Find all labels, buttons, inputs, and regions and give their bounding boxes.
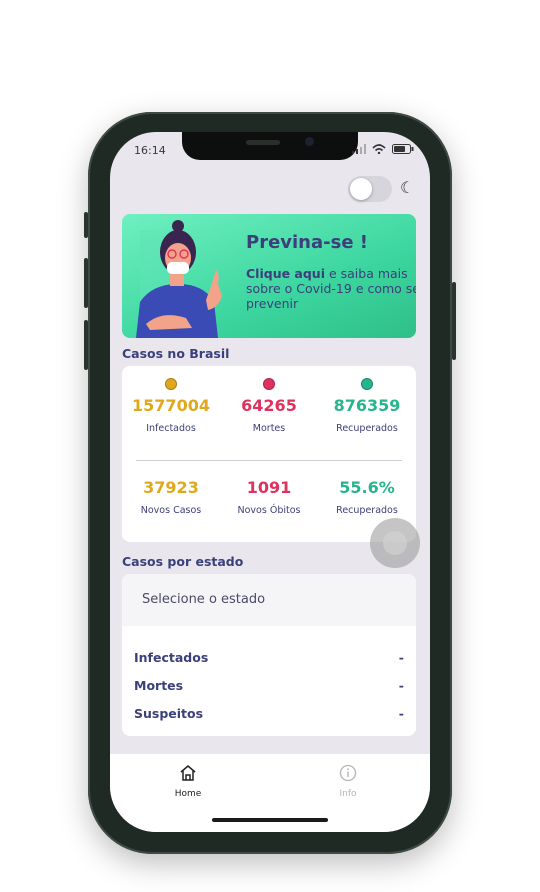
home-icon [180, 765, 196, 781]
front-camera [305, 137, 314, 146]
speaker [246, 140, 280, 145]
status-time: 16:14 [134, 144, 166, 157]
stat-label: Recuperados [336, 423, 398, 434]
row-value: - [398, 678, 404, 693]
toggle-knob [350, 178, 372, 200]
volume-down-button [84, 320, 88, 370]
virus-icon [263, 378, 275, 390]
estado-card: Selecione o estado Infectados - Mortes -… [122, 574, 416, 736]
stat-value: 64265 [241, 396, 297, 415]
stat-label: Infectados [146, 423, 196, 434]
assistive-touch-button[interactable] [370, 518, 420, 568]
banner-title: Previna-se ! [246, 232, 369, 253]
banner-link[interactable]: Clique aqui [246, 266, 325, 281]
tab-label: Info [339, 789, 357, 799]
stat-value: 1091 [246, 478, 292, 497]
status-icons [352, 144, 414, 154]
row-value: - [398, 706, 404, 721]
estado-section-title: Casos por estado [122, 554, 244, 569]
assistive-touch-inner [383, 531, 407, 555]
row-label: Infectados [134, 650, 209, 665]
stat-value: 1577004 [132, 396, 210, 415]
row-value: - [398, 650, 404, 665]
signal-icon [352, 144, 366, 154]
power-button [452, 282, 456, 360]
woman-with-mask-illustration [136, 220, 222, 338]
tab-home[interactable]: Home [148, 764, 228, 799]
stat-novos-casos: 37923 Novos Casos [122, 478, 220, 516]
stat-value: 55.6% [339, 478, 395, 497]
banner-text: Clique aqui e saiba mais sobre o Covid-1… [246, 266, 416, 311]
estado-row-mortes: Mortes - [134, 678, 404, 693]
tab-label: Home [174, 789, 202, 799]
home-indicator [212, 818, 328, 822]
wifi-icon [372, 144, 386, 154]
stat-infectados: 1577004 Infectados [122, 378, 220, 434]
stat-mortes: 64265 Mortes [220, 378, 318, 434]
estado-row-infectados: Infectados - [134, 650, 404, 665]
info-icon [339, 764, 357, 782]
prevention-banner[interactable]: Previna-se ! Clique aqui e saiba mais so… [122, 214, 416, 338]
battery-icon [392, 144, 414, 154]
stat-novos-obitos: 1091 Novos Óbitos [220, 478, 318, 516]
moon-icon[interactable]: ☾ [400, 178, 414, 197]
stat-recuperados-percent: 55.6% Recuperados [318, 478, 416, 516]
virus-icon [165, 378, 177, 390]
stat-label: Novos Casos [140, 505, 202, 516]
brasil-section-title: Casos no Brasil [122, 346, 230, 361]
stat-label: Novos Óbitos [237, 505, 301, 516]
stat-value: 37923 [143, 478, 199, 497]
virus-icon [361, 378, 373, 390]
app-screen: 16:14 ☾ Previna-se ! Clique aqui e saiba… [110, 132, 430, 832]
row-label: Suspeitos [134, 706, 204, 721]
mute-switch [84, 212, 88, 238]
notch [182, 132, 358, 160]
dark-mode-toggle[interactable] [348, 176, 392, 202]
volume-up-button [84, 258, 88, 308]
tab-info[interactable]: Info [308, 764, 388, 799]
brasil-stats-card: 1577004 Infectados 64265 Mortes 876359 R… [122, 366, 416, 542]
state-select-placeholder: Selecione o estado [142, 592, 266, 607]
stat-label: Recuperados [336, 505, 398, 516]
state-select[interactable]: Selecione o estado [122, 574, 416, 626]
row-label: Mortes [134, 678, 184, 693]
estado-row-suspeitos: Suspeitos - [134, 706, 404, 721]
tab-bar: Home Info [110, 754, 430, 832]
stat-recuperados: 876359 Recuperados [318, 378, 416, 434]
stat-value: 876359 [333, 396, 401, 415]
stat-label: Mortes [252, 423, 286, 434]
stats-divider [136, 460, 402, 461]
